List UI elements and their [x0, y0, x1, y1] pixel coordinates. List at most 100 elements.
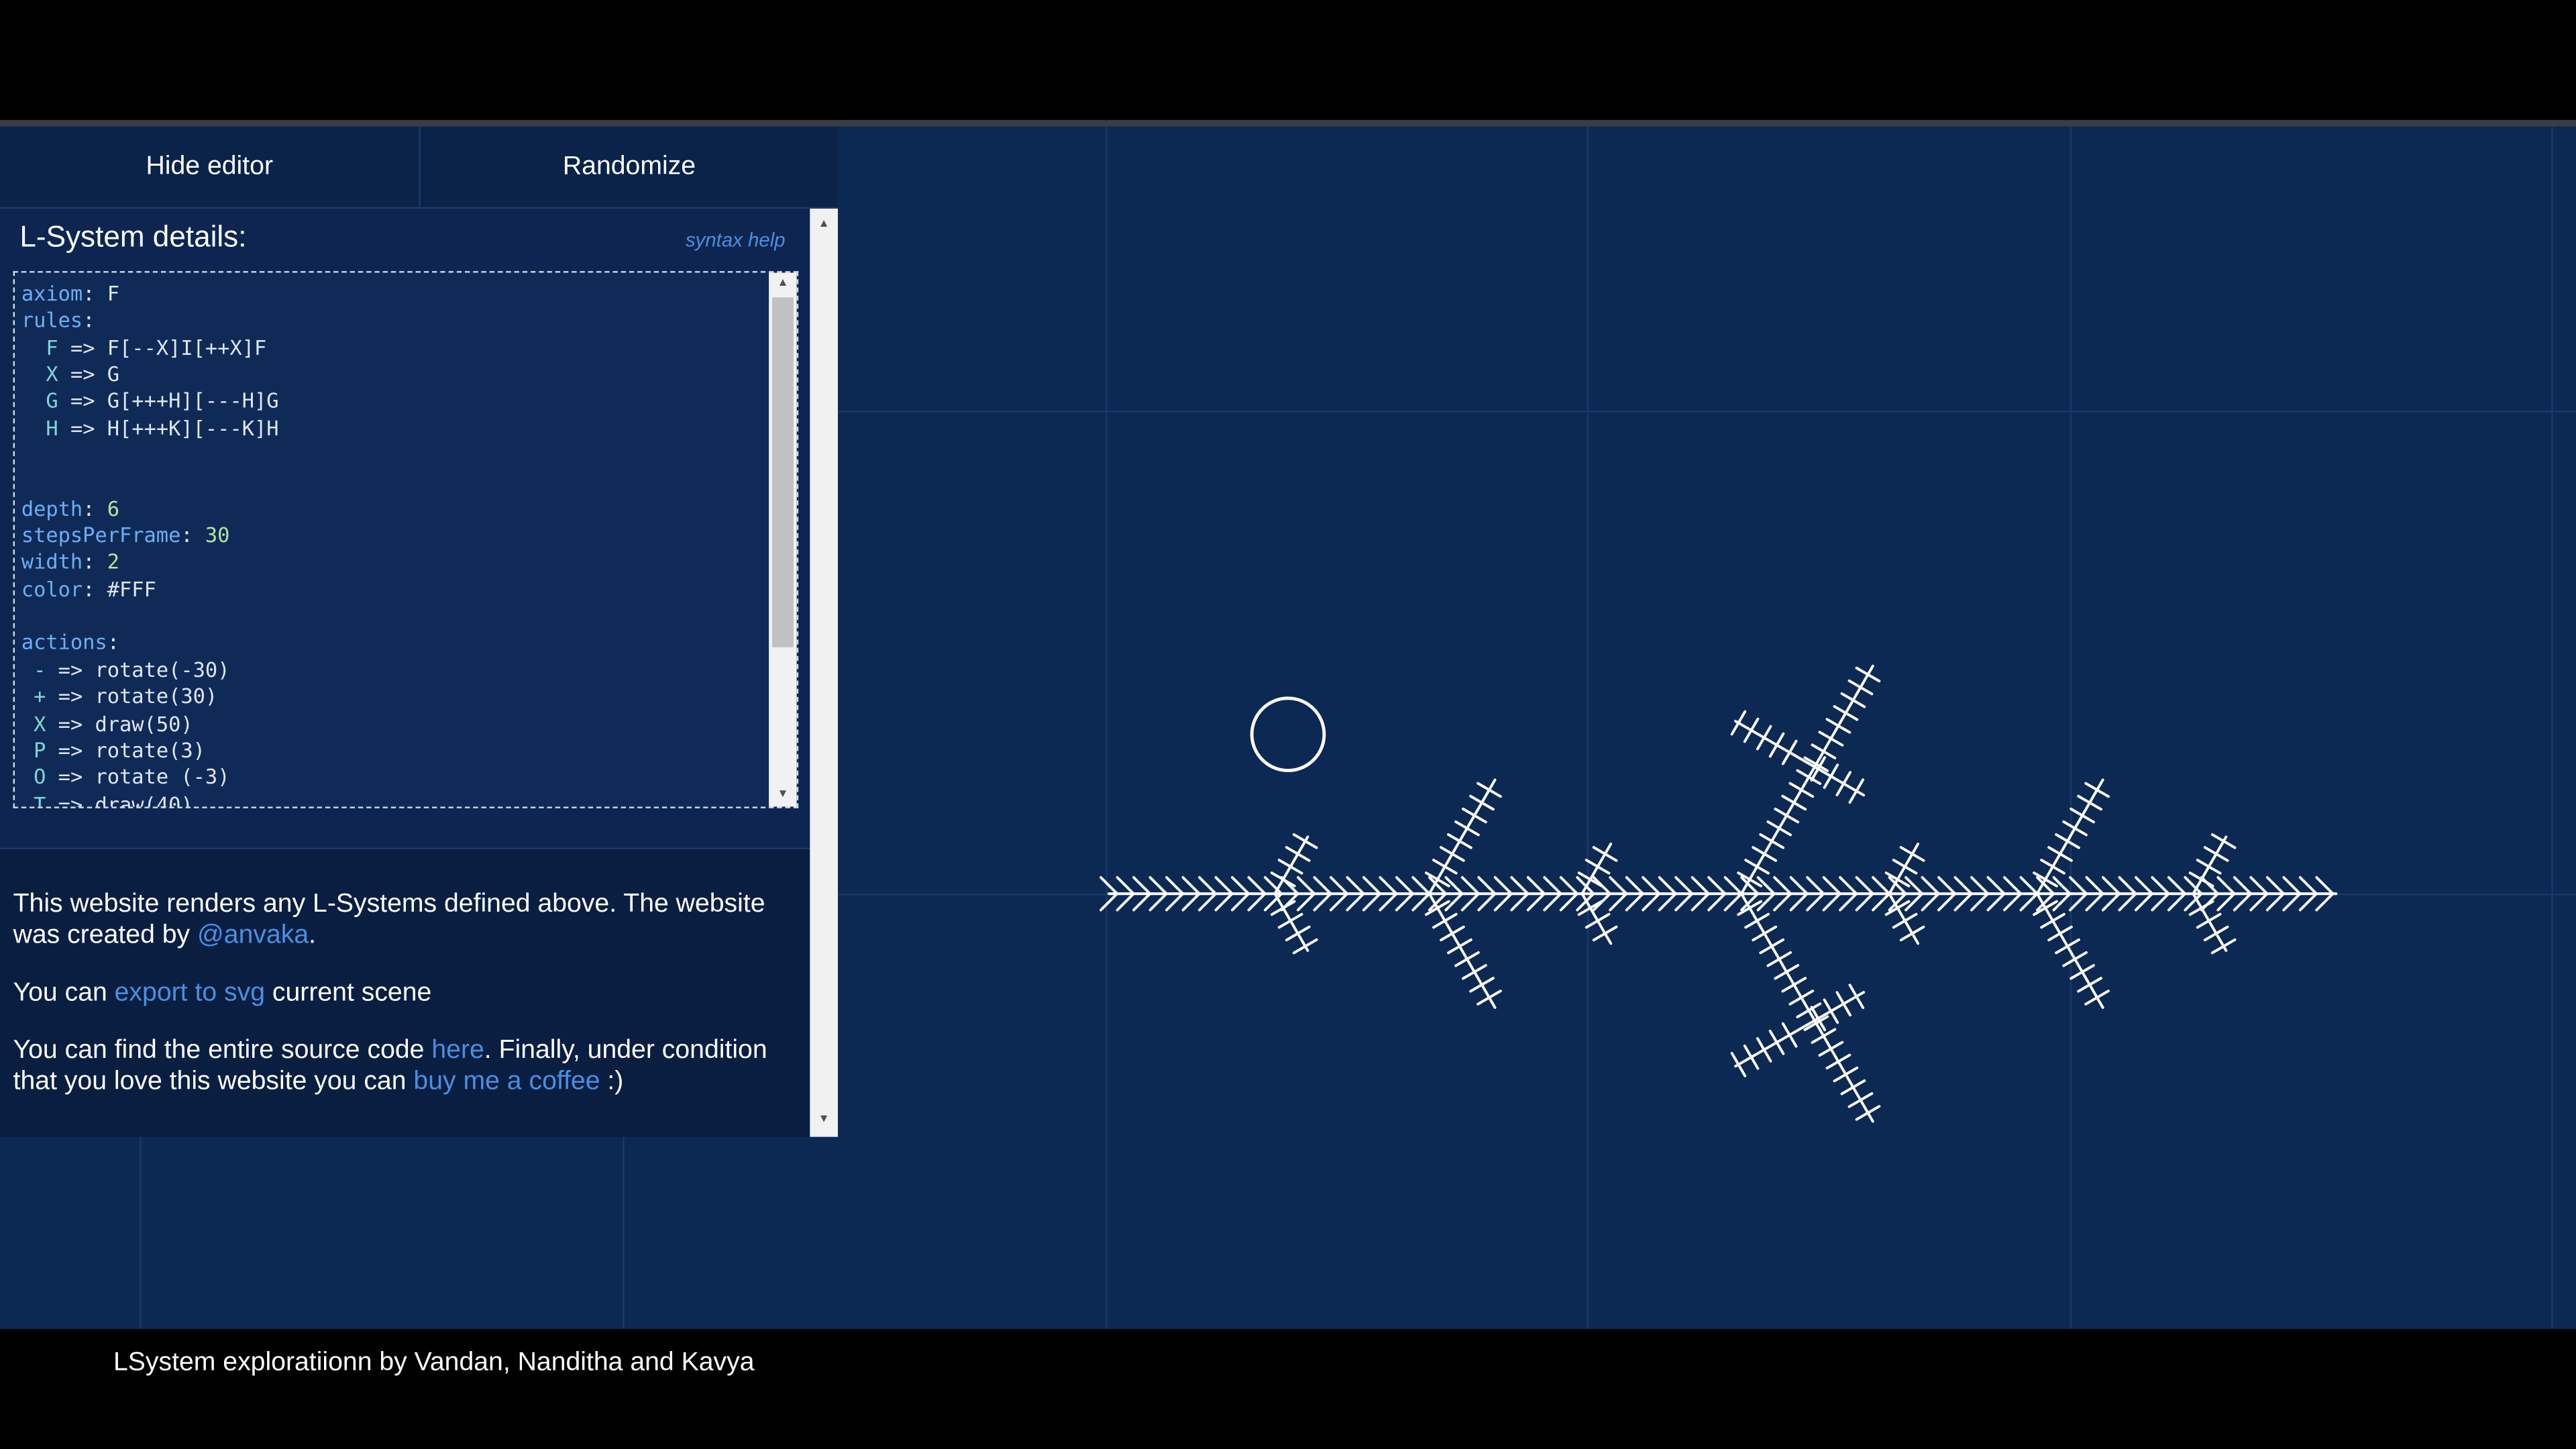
fractal-stroke: [1690, 892, 1710, 912]
details-title: L-System details:: [19, 220, 247, 254]
fractal-stroke: [2203, 846, 2229, 862]
author-link[interactable]: @anvaka: [197, 922, 309, 950]
fractal-stroke: [1811, 1028, 1837, 1044]
fractal-stroke: [1460, 876, 1481, 896]
fractal-stroke: [1510, 876, 1529, 896]
fractal-stroke: [1986, 892, 2006, 912]
fractal-stroke: [1285, 925, 1311, 942]
fractal-stroke: [1789, 876, 1809, 896]
fractal-stroke: [1822, 876, 1841, 896]
randomize-button[interactable]: Randomize: [421, 127, 838, 207]
fractal-stroke: [1847, 679, 1874, 696]
fractal-stroke: [1447, 833, 1472, 849]
fractal-stroke: [1833, 1066, 1859, 1083]
fractal-stroke: [1774, 807, 1800, 824]
fractal-stroke: [1723, 892, 1743, 912]
fractal-stroke: [2298, 892, 2318, 912]
fractal-stroke: [2085, 892, 2104, 912]
fractal-stroke: [1768, 1030, 1785, 1055]
fractal-stroke: [1872, 876, 1891, 896]
fractal-stroke: [1411, 876, 1431, 896]
code-editor[interactable]: axiom: F rules: F => F[--X]I[++X]F X => …: [13, 271, 799, 808]
fractal-stroke: [1181, 892, 1201, 912]
fractal-stroke: [1214, 876, 1234, 896]
fractal-stroke: [2265, 876, 2286, 896]
fractal-stroke: [2019, 876, 2039, 896]
fractal-stroke: [1477, 782, 1502, 798]
fractal-stroke: [1781, 739, 1798, 765]
fractal-stroke: [1788, 782, 1815, 798]
fractal-stroke: [1892, 912, 1918, 929]
fractal-stroke: [1198, 892, 1218, 912]
fractal-stroke: [2216, 876, 2236, 896]
fractal-stroke: [1788, 989, 1815, 1006]
export-svg-link[interactable]: export to svg: [115, 979, 265, 1008]
fractal-stroke: [1825, 1053, 1851, 1070]
scroll-down-icon[interactable]: ▼: [769, 784, 797, 806]
hide-editor-button[interactable]: Hide editor: [0, 126, 421, 207]
fractal-stroke: [1872, 892, 1891, 912]
scroll-up-icon[interactable]: ▲: [810, 213, 838, 236]
fractal-stroke: [1806, 892, 1825, 912]
fractal-stroke: [1759, 833, 1785, 849]
panel-scrollbar[interactable]: ▲ ▼: [810, 209, 838, 1137]
fractal-stroke: [2070, 807, 2095, 824]
fractal-stroke: [1822, 892, 1841, 912]
fractal-stroke: [1789, 892, 1809, 912]
fractal-stroke: [1823, 998, 1839, 1024]
fractal-stroke: [1462, 807, 1487, 824]
fractal-stroke: [1270, 871, 1296, 888]
fractal-stroke: [1642, 876, 1661, 896]
code-text[interactable]: axiom: F rules: F => F[--X]I[++X]F X => …: [21, 281, 757, 807]
fractal-stroke: [1840, 692, 1866, 708]
fractal-stroke: [2196, 912, 2222, 929]
fractal-stroke: [1099, 876, 1119, 896]
origin-cursor-circle[interactable]: [1250, 696, 1326, 773]
fractal-stroke: [1730, 710, 1747, 736]
fractal-stroke: [1296, 892, 1316, 912]
fractal-stroke: [2265, 892, 2286, 912]
about-paragraph: This website renders any L-Systems defin…: [13, 890, 765, 950]
fractal-stroke: [2298, 876, 2318, 896]
code-scroll-thumb[interactable]: [772, 297, 794, 647]
editor-panel: Hide editor Randomize L-System details: …: [0, 126, 838, 1137]
fractal-stroke: [2134, 892, 2154, 912]
scroll-down-icon[interactable]: ▼: [810, 1109, 838, 1132]
fractal-stroke: [1970, 892, 1990, 912]
fractal-stroke: [1198, 876, 1218, 896]
syntax-help-link[interactable]: syntax help: [686, 228, 786, 251]
fractal-stroke: [1839, 876, 1858, 896]
fractal-stroke: [2055, 938, 2080, 955]
buy-coffee-link[interactable]: buy me a coffee: [413, 1068, 600, 1096]
fractal-stroke: [2315, 892, 2334, 912]
fractal-stroke: [2101, 892, 2121, 912]
scroll-up-icon[interactable]: ▲: [769, 273, 797, 296]
fractal-stroke: [1744, 859, 1770, 875]
fractal-stroke: [2233, 876, 2253, 896]
source-code-link[interactable]: here: [431, 1036, 484, 1065]
fractal-stroke: [1432, 859, 1458, 875]
fractal-stroke: [1165, 876, 1185, 896]
fractal-stroke: [1526, 876, 1546, 896]
fractal-stroke: [1592, 846, 1618, 862]
fractal-stroke: [1752, 925, 1778, 942]
fractal-stroke: [1493, 892, 1513, 912]
fractal-stroke: [1411, 892, 1431, 912]
fractal-stroke: [1292, 833, 1318, 849]
fractal-stroke: [2167, 892, 2187, 912]
fractal-stroke: [1743, 717, 1760, 743]
code-scrollbar[interactable]: ▲ ▼: [769, 272, 797, 807]
fractal-stroke: [1543, 876, 1562, 896]
fractal-stroke: [1329, 892, 1349, 912]
fractal-stroke: [1818, 731, 1844, 747]
fractal-stroke: [1346, 876, 1365, 896]
fractal-stroke: [1921, 892, 1940, 912]
fractal-stroke: [2210, 938, 2237, 955]
fractal-stroke: [1181, 876, 1201, 896]
fractal-stroke: [1285, 846, 1311, 862]
fractal-stroke: [1247, 876, 1267, 896]
fractal-stroke: [1395, 892, 1415, 912]
fractal-stroke: [1707, 876, 1727, 896]
fractal-stroke: [1362, 876, 1382, 896]
fractal-stroke: [1855, 892, 1874, 912]
